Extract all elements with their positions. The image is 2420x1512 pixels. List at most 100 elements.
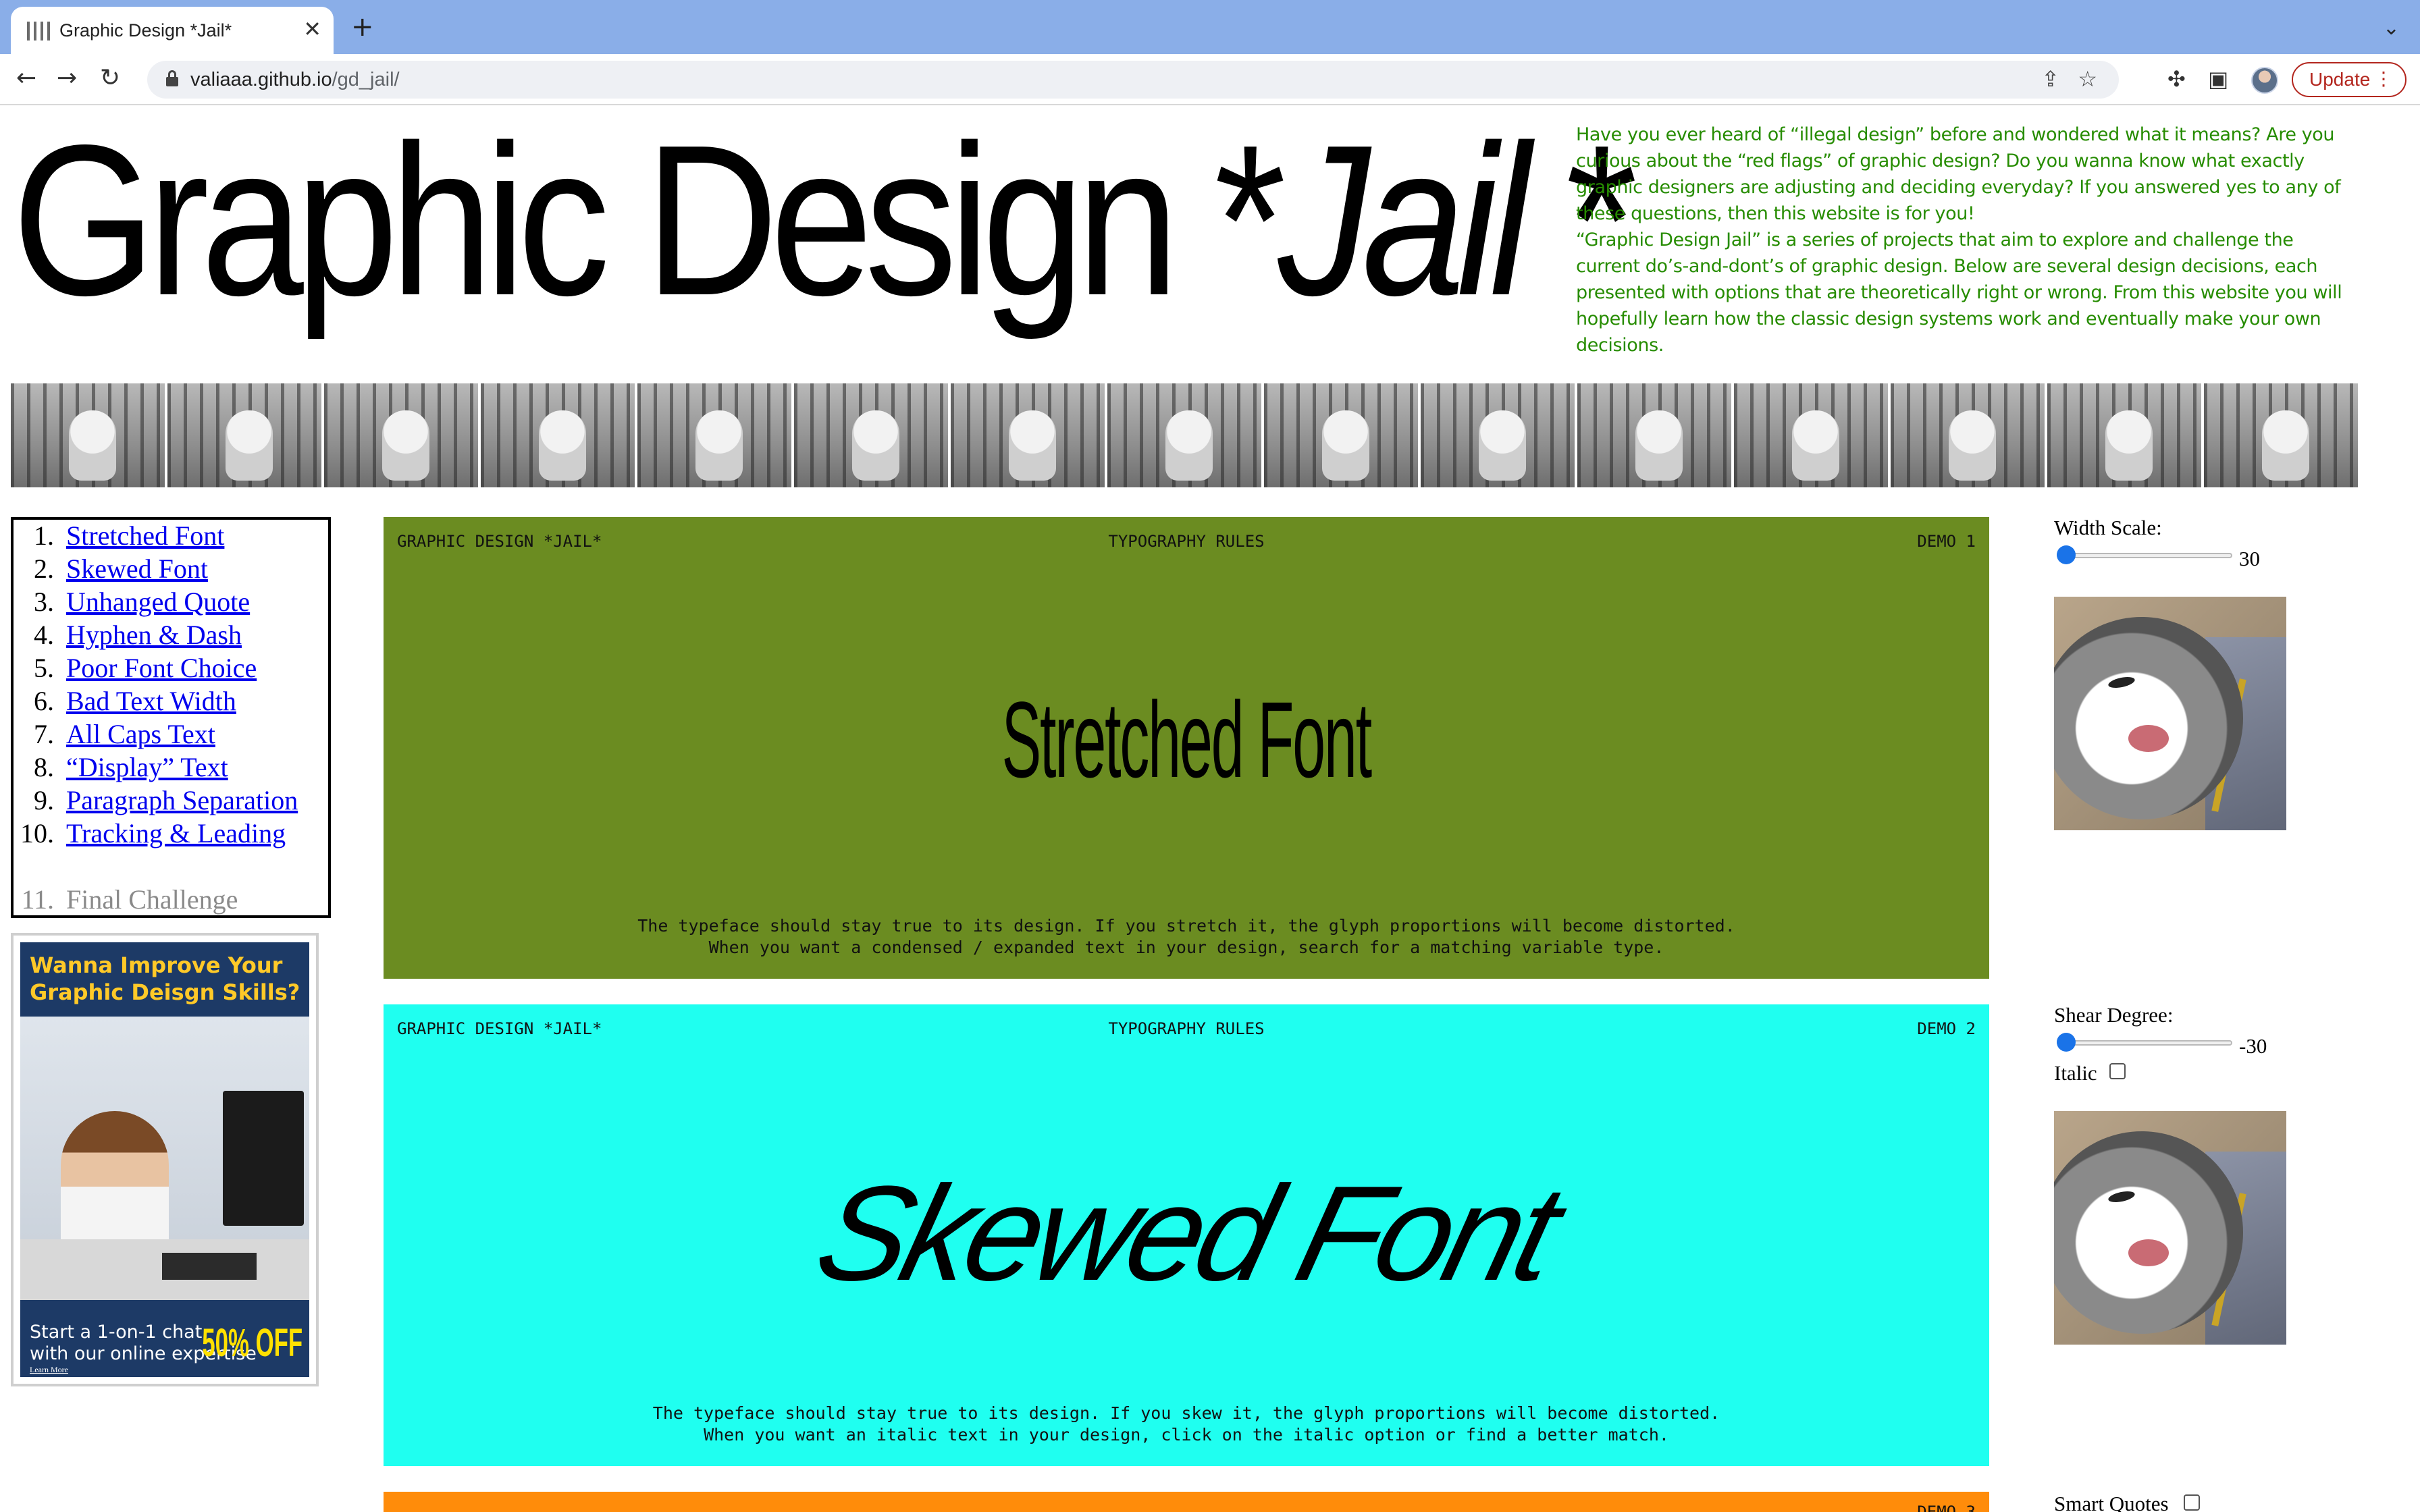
tab-close-icon[interactable]: ✕ bbox=[303, 16, 321, 42]
back-arrow-icon[interactable]: ← bbox=[16, 63, 36, 93]
caption-line-2: When you want a condensed / expanded tex… bbox=[708, 938, 1664, 957]
cat-mouth-shape bbox=[2128, 1239, 2169, 1266]
caged-cat-image bbox=[637, 383, 791, 487]
new-tab-icon[interactable]: + bbox=[351, 14, 374, 40]
lock-icon[interactable] bbox=[166, 70, 178, 86]
caged-cat-image bbox=[2204, 383, 2358, 487]
nav-item-number: 4. bbox=[34, 620, 54, 650]
caged-cat-image bbox=[1577, 383, 1731, 487]
caged-cat-image bbox=[951, 383, 1105, 487]
shear-degree-slider[interactable] bbox=[2057, 1033, 2232, 1052]
demo-panel-1: GRAPHIC DESIGN *JAIL* TYPOGRAPHY RULES D… bbox=[384, 517, 1989, 979]
caption-line-1: The typeface should stay true to its des… bbox=[637, 916, 1735, 936]
caged-cat-image bbox=[481, 383, 635, 487]
cat-mouth-shape bbox=[2128, 725, 2169, 752]
ad-image: Wanna Improve Your Graphic Deisgn Skills… bbox=[20, 942, 309, 1377]
caged-cat-image bbox=[1421, 383, 1575, 487]
nav-item-number: 11. bbox=[21, 884, 54, 915]
extensions-puzzle-icon[interactable]: ✣ bbox=[2167, 66, 2186, 92]
more-menu-icon[interactable]: ⋮ bbox=[2374, 68, 2393, 90]
smart-quotes-label: Smart Quotes bbox=[2054, 1492, 2169, 1512]
address-bar[interactable]: valiaaa.github.io/gd_jail/ ⇪ ☆ bbox=[147, 61, 2119, 99]
tab-search-chevron-icon[interactable]: ⌄ bbox=[2383, 16, 2400, 40]
intro-paragraph-2: “Graphic Design Jail” is a series of pro… bbox=[1576, 230, 2342, 356]
slider-track bbox=[2057, 553, 2232, 558]
nav-link[interactable]: Hyphen & Dash bbox=[66, 619, 242, 651]
caption-line-2: When you want an italic text in your des… bbox=[704, 1425, 1669, 1444]
caged-cat-image bbox=[1734, 383, 1888, 487]
italic-label: Italic bbox=[2054, 1061, 2097, 1085]
nav-link[interactable]: Skewed Font bbox=[66, 553, 208, 585]
demo-header-center: TYPOGRAPHY RULES bbox=[1108, 532, 1265, 551]
nav-item-number: 5. bbox=[34, 653, 54, 683]
nav-link[interactable]: Paragraph Separation bbox=[66, 784, 298, 817]
tab-title: Graphic Design *Jail* bbox=[59, 20, 232, 40]
side-panel-icon[interactable]: ▣ bbox=[2208, 66, 2228, 92]
nav-item-number: 9. bbox=[34, 785, 54, 815]
reload-icon[interactable]: ↻ bbox=[100, 63, 120, 93]
nav-link[interactable]: Bad Text Width bbox=[66, 685, 236, 718]
caged-cat-image bbox=[794, 383, 948, 487]
sample-text: Stretched Font bbox=[1001, 679, 1373, 800]
cat-image-strip bbox=[11, 383, 2361, 487]
slider-thumb[interactable] bbox=[2057, 545, 2076, 564]
share-icon[interactable]: ⇪ bbox=[2041, 66, 2059, 92]
cat-reaction-image bbox=[2054, 597, 2286, 830]
slider-thumb[interactable] bbox=[2057, 1033, 2076, 1052]
width-scale-slider[interactable] bbox=[2057, 545, 2232, 564]
nav-item-number: 7. bbox=[34, 719, 54, 749]
nav-link[interactable]: “Display” Text bbox=[66, 751, 228, 784]
nav-link[interactable]: Poor Font Choice bbox=[66, 652, 257, 684]
width-scale-label: Width Scale: bbox=[2054, 516, 2162, 539]
stretched-font-sample: Stretched Font bbox=[384, 679, 1989, 801]
url-text: valiaaa.github.io/gd_jail/ bbox=[190, 69, 400, 91]
update-button[interactable]: Update ⋮ bbox=[2292, 62, 2406, 97]
site-favicon-icon bbox=[27, 22, 50, 40]
slider-track bbox=[2057, 1040, 2232, 1046]
chapter-nav: 1. Stretched Font 2. Skewed Font 3. Unhange… bbox=[11, 517, 331, 918]
shear-degree-label: Shear Degree: bbox=[2054, 1003, 2174, 1027]
ad-offer: 50% OFF bbox=[202, 1321, 302, 1365]
caged-cat-image bbox=[1891, 383, 2045, 487]
ad-learn-more-link[interactable]: Learn More bbox=[30, 1365, 68, 1375]
caption-line-1: The typeface should stay true to its des… bbox=[652, 1403, 1720, 1423]
browser-toolbar: ← → ↻ valiaaa.github.io/gd_jail/ ⇪ ☆ ✣ ▣… bbox=[0, 54, 2420, 105]
width-scale-value: 30 bbox=[2239, 547, 2260, 570]
nav-link[interactable]: Unhanged Quote bbox=[66, 586, 250, 618]
smart-quotes-checkbox[interactable] bbox=[2184, 1494, 2200, 1511]
profile-avatar[interactable] bbox=[2251, 67, 2278, 94]
ad-headline: Wanna Improve Your Graphic Deisgn Skills… bbox=[30, 952, 300, 1005]
italic-checkbox[interactable] bbox=[2109, 1063, 2126, 1079]
url-host: valiaaa.github.io bbox=[190, 69, 332, 90]
demo-header-right: DEMO 1 bbox=[1917, 532, 1976, 551]
nav-link[interactable]: All Caps Text bbox=[66, 718, 215, 751]
nav-item-number: 8. bbox=[34, 752, 54, 782]
nav-item-number: 1. bbox=[34, 520, 54, 551]
nav-link[interactable]: Stretched Font bbox=[66, 520, 224, 552]
caged-cat-image bbox=[1264, 383, 1418, 487]
demo-header-right: DEMO 3 bbox=[1917, 1503, 1976, 1512]
caged-cat-image bbox=[167, 383, 321, 487]
demo-caption: The typeface should stay true to its des… bbox=[384, 915, 1989, 959]
nav-link[interactable]: Tracking & Leading bbox=[66, 817, 286, 850]
demo-panel-3: DEMO 3 bbox=[384, 1492, 1989, 1512]
caged-cat-image bbox=[2047, 383, 2201, 487]
bookmark-star-icon[interactable]: ☆ bbox=[2078, 66, 2097, 92]
demo-header-center: TYPOGRAPHY RULES bbox=[1108, 1019, 1265, 1038]
nav-item-number: 6. bbox=[34, 686, 54, 716]
sample-text: Skewed Font bbox=[803, 1158, 1570, 1309]
office-photo bbox=[20, 1017, 309, 1300]
forward-arrow-icon[interactable]: → bbox=[57, 63, 77, 93]
advertisement-banner[interactable]: Wanna Improve Your Graphic Deisgn Skills… bbox=[11, 933, 319, 1386]
page-title: Graphic Design *Jail * bbox=[12, 109, 1637, 332]
demo-panel-2: GRAPHIC DESIGN *JAIL* TYPOGRAPHY RULES D… bbox=[384, 1004, 1989, 1466]
nav-item-number: 10. bbox=[20, 818, 54, 848]
nav-item-number: 3. bbox=[34, 587, 54, 617]
keyboard-image bbox=[162, 1253, 257, 1280]
intro-paragraph-1: Have you ever heard of “illegal design” … bbox=[1576, 124, 2341, 224]
cat-reaction-image bbox=[2054, 1111, 2286, 1345]
shear-degree-value: -30 bbox=[2239, 1034, 2267, 1058]
skewed-font-sample: Skewed Font bbox=[384, 1158, 1989, 1309]
nav-item-number: 2. bbox=[34, 554, 54, 584]
browser-tab[interactable]: Graphic Design *Jail* ✕ bbox=[11, 7, 334, 54]
